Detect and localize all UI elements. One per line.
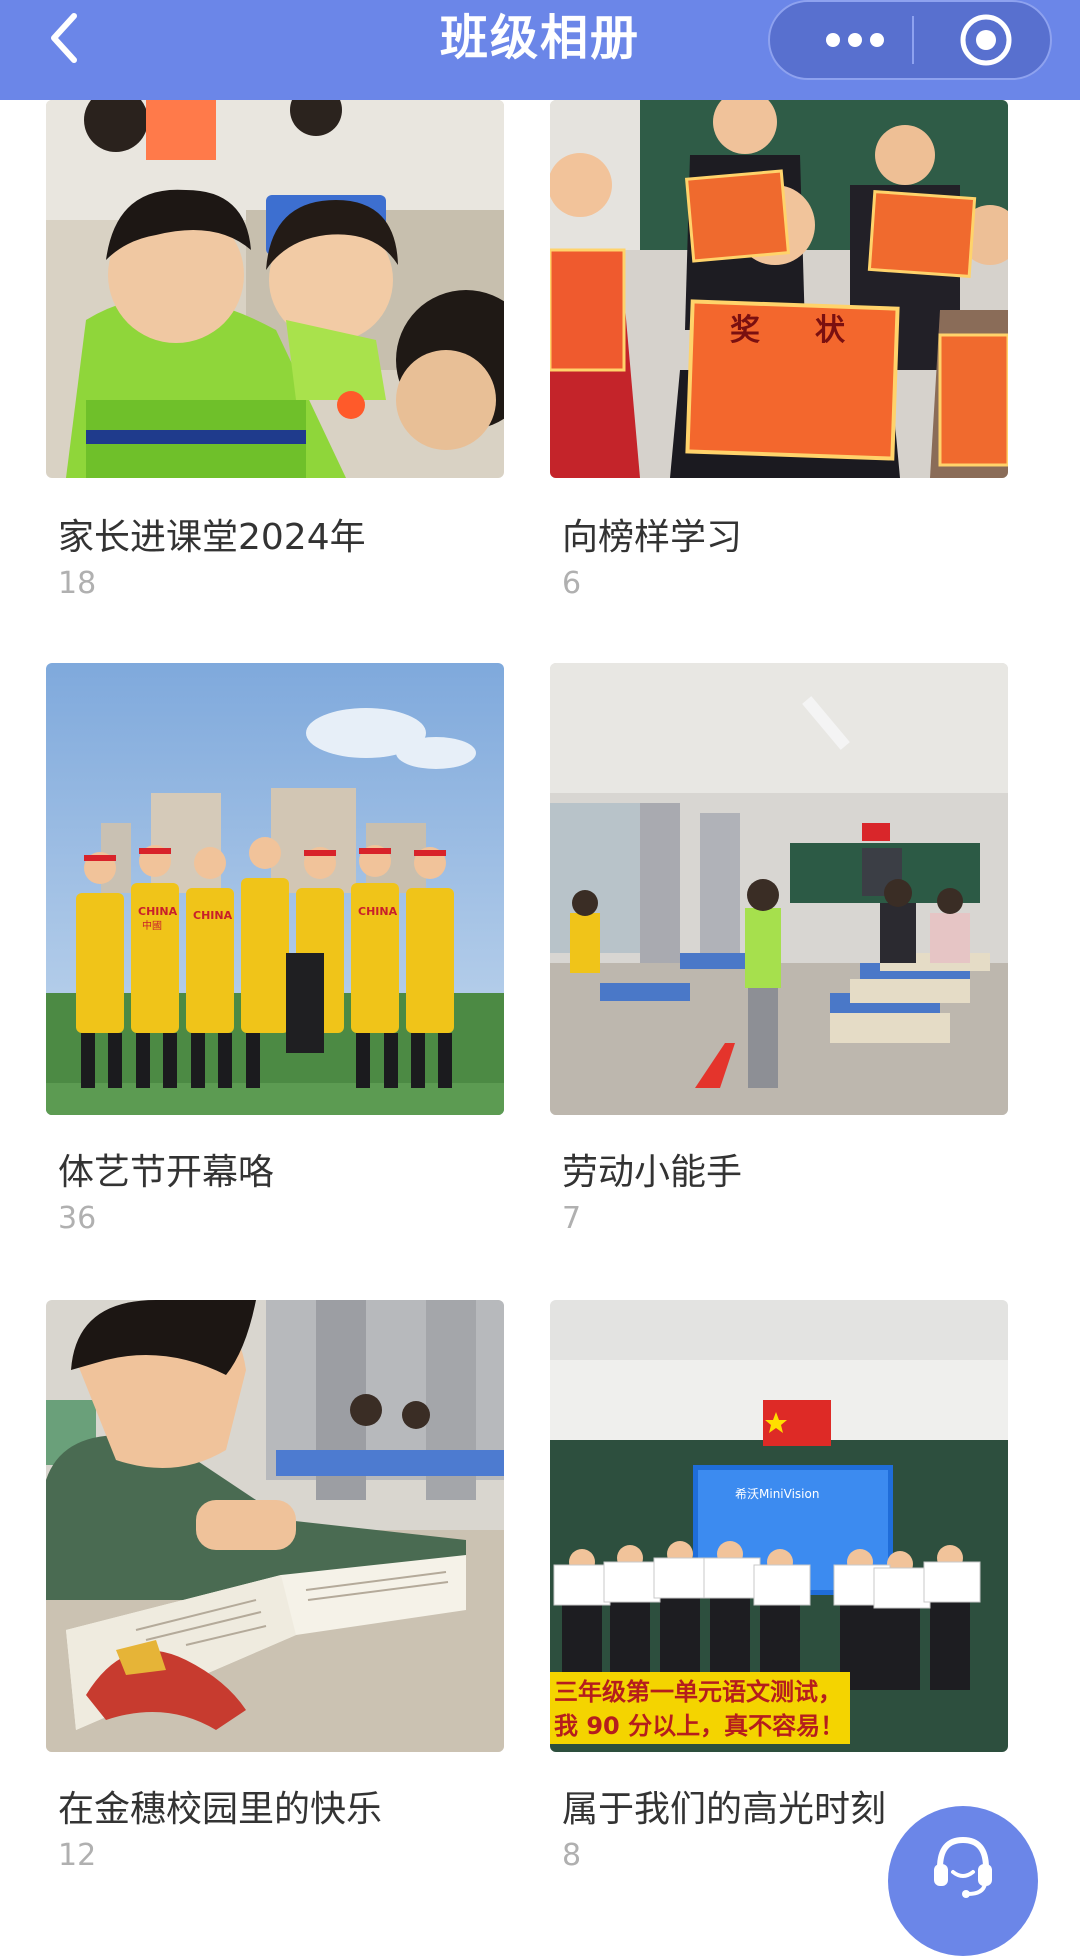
album-photo-count: 18 bbox=[58, 566, 97, 601]
album-cover-photo[interactable]: CHINA CHINA CHINA 中國 bbox=[46, 663, 504, 1115]
album-photo-count: 7 bbox=[562, 1201, 582, 1236]
album-name: 属于我们的高光时刻 bbox=[562, 1789, 887, 1830]
album-cover-photo[interactable] bbox=[46, 100, 504, 478]
mini-program-capsule bbox=[768, 0, 1052, 80]
album-name: 家长进课堂2024年 bbox=[58, 517, 366, 558]
album-cover-photo[interactable]: 奖 状 bbox=[550, 100, 1008, 478]
album-name: 体艺节开幕咯 bbox=[58, 1152, 275, 1193]
more-dots-icon bbox=[826, 33, 884, 47]
album-cover-photo[interactable] bbox=[46, 1300, 504, 1752]
jersey-text: CHINA bbox=[358, 905, 398, 918]
album-photo-count: 6 bbox=[562, 566, 582, 601]
album-photo-count: 36 bbox=[58, 1201, 97, 1236]
photo-banner-text: 我 90 分以上，真不容易！ bbox=[554, 1712, 844, 1740]
customer-service-button[interactable] bbox=[888, 1806, 1038, 1956]
album-name: 向榜样学习 bbox=[562, 517, 743, 558]
album-name: 劳动小能手 bbox=[562, 1152, 743, 1193]
album-cover-photo[interactable]: 希沃MiniVision 三年级第一单元语文测试， 我 90 分以上，真不容易！ bbox=[550, 1300, 1008, 1752]
screen-text: 希沃MiniVision bbox=[735, 1486, 819, 1501]
capsule-divider bbox=[912, 16, 914, 64]
jersey-text: CHINA bbox=[193, 909, 233, 922]
album-photo-count: 12 bbox=[58, 1838, 97, 1873]
title-bar: 班级相册 bbox=[0, 0, 1080, 100]
jersey-text: CHINA bbox=[138, 905, 178, 918]
photo-banner-text: 三年级第一单元语文测试， bbox=[554, 1678, 842, 1706]
close-mini-program-button[interactable] bbox=[936, 2, 1036, 78]
album-photo-count: 8 bbox=[562, 1838, 582, 1873]
more-button[interactable] bbox=[810, 2, 900, 78]
album-cover-photo[interactable] bbox=[550, 663, 1008, 1115]
target-circle-icon bbox=[960, 14, 1012, 66]
album-name: 在金穗校园里的快乐 bbox=[58, 1789, 383, 1830]
jersey-subtext: 中國 bbox=[142, 919, 162, 932]
headset-icon bbox=[934, 1836, 992, 1898]
certificate-text: 奖 bbox=[730, 313, 760, 348]
certificate-text: 状 bbox=[815, 313, 846, 348]
